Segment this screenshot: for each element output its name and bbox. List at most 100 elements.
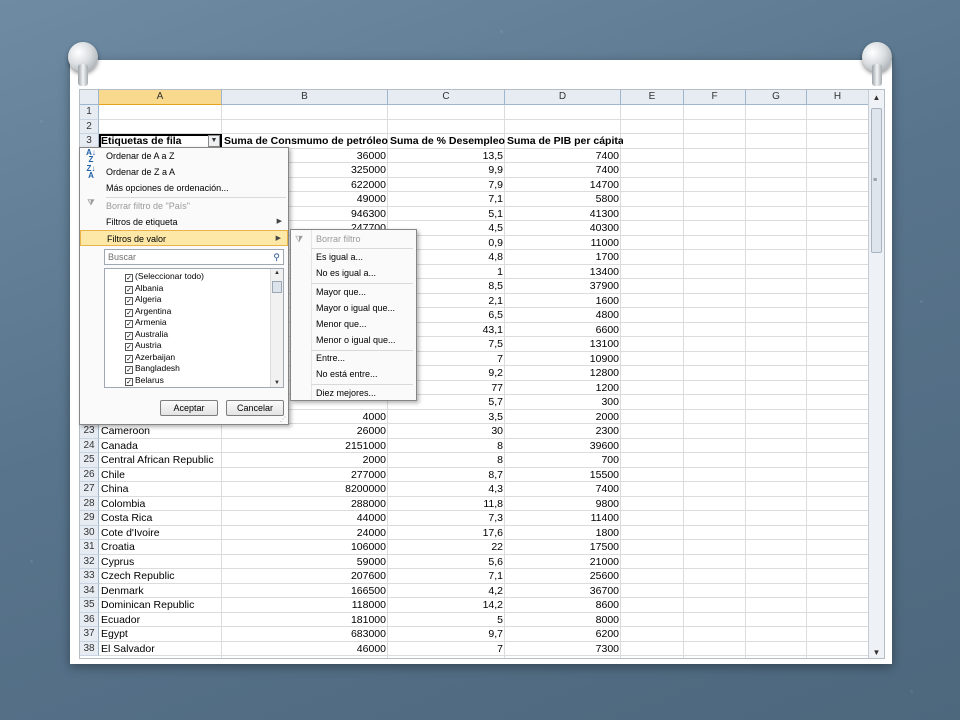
vertical-scrollbar[interactable]: ▲ ≡ ▼ xyxy=(868,90,884,658)
oil-consumption-cell[interactable]: 207600 xyxy=(222,569,388,584)
filter-list-item[interactable]: ✓ Bangladesh xyxy=(125,363,180,375)
gdp-per-capita-cell[interactable]: 21000 xyxy=(505,555,621,570)
row-header[interactable]: 29 xyxy=(80,511,99,526)
scroll-up-icon[interactable]: ▲ xyxy=(871,92,882,103)
submenu-equals[interactable]: Es igual a... xyxy=(291,250,416,265)
oil-consumption-cell[interactable]: 277000 xyxy=(222,468,388,483)
oil-consumption-cell[interactable]: 2151000 xyxy=(222,439,388,454)
filter-list-item[interactable]: ✓ Albania xyxy=(125,283,163,295)
column-header[interactable]: E xyxy=(621,90,684,105)
scroll-down-icon[interactable]: ▼ xyxy=(871,647,882,658)
unemployment-cell[interactable]: 3,5 xyxy=(388,410,505,425)
gdp-per-capita-cell[interactable]: 1800 xyxy=(505,526,621,541)
unemployment-cell[interactable]: 22 xyxy=(388,540,505,555)
filter-list-item[interactable]: ✓ (Seleccionar todo) xyxy=(125,271,204,283)
unemployment-cell[interactable]: 5,1 xyxy=(388,207,505,222)
scroll-thumb[interactable]: ≡ xyxy=(871,108,882,253)
country-cell[interactable]: Czech Republic xyxy=(99,569,222,584)
gdp-per-capita-cell[interactable]: 1200 xyxy=(505,381,621,396)
country-cell[interactable]: Central African Republic xyxy=(99,453,222,468)
filter-list-item[interactable]: ✓ Australia xyxy=(125,329,168,341)
unemployment-cell[interactable]: 9,9 xyxy=(388,163,505,178)
gdp-per-capita-cell[interactable]: 15500 xyxy=(505,468,621,483)
gdp-per-capita-cell[interactable]: 7300 xyxy=(505,642,621,657)
gdp-per-capita-cell[interactable]: 2300 xyxy=(505,424,621,439)
unemployment-cell[interactable]: 4,2 xyxy=(388,584,505,599)
unemployment-cell[interactable]: 9,7 xyxy=(388,627,505,642)
country-cell[interactable]: Cyprus xyxy=(99,555,222,570)
checkbox-icon[interactable]: ✓ xyxy=(125,274,133,282)
gdp-per-capita-cell[interactable]: 2000 xyxy=(505,410,621,425)
filter-dropdown-button[interactable]: ▼ xyxy=(208,135,220,147)
filter-list-item[interactable]: ✓ Belarus xyxy=(125,375,164,387)
gdp-per-capita-cell[interactable]: 4800 xyxy=(505,308,621,323)
unemployment-cell[interactable]: 8 xyxy=(388,439,505,454)
unemployment-cell[interactable]: 7 xyxy=(388,642,505,657)
country-cell[interactable]: Dominican Republic xyxy=(99,598,222,613)
submenu-not-equals[interactable]: No es igual a... xyxy=(291,266,416,281)
oil-consumption-cell[interactable]: 24000 xyxy=(222,526,388,541)
row-header[interactable]: 35 xyxy=(80,598,99,613)
column-header[interactable]: D xyxy=(505,90,621,105)
checkbox-icon[interactable]: ✓ xyxy=(125,320,133,328)
row-header[interactable]: 36 xyxy=(80,612,99,627)
gdp-per-capita-cell[interactable]: 40300 xyxy=(505,221,621,236)
filter-list-item[interactable]: ✓ Austria xyxy=(125,340,161,352)
row-header[interactable]: 32 xyxy=(80,554,99,569)
checkbox-icon[interactable]: ✓ xyxy=(125,297,133,305)
oil-consumption-cell[interactable]: 181000 xyxy=(222,613,388,628)
row-header[interactable]: 30 xyxy=(80,525,99,540)
checkbox-icon[interactable]: ✓ xyxy=(125,354,133,363)
country-cell[interactable]: Ecuador xyxy=(99,613,222,628)
gdp-per-capita-cell[interactable]: 1700 xyxy=(505,250,621,265)
oil-consumption-cell[interactable]: 46000 xyxy=(222,642,388,657)
gdp-per-capita-cell[interactable]: 13100 xyxy=(505,337,621,352)
row-header[interactable]: 34 xyxy=(80,583,99,598)
gdp-per-capita-cell[interactable]: 700 xyxy=(505,453,621,468)
gdp-per-capita-cell[interactable]: 36700 xyxy=(505,584,621,599)
row-header[interactable]: 27 xyxy=(80,482,99,497)
column-header[interactable]: C xyxy=(388,90,505,105)
checkbox-icon[interactable]: ✓ xyxy=(125,366,133,374)
country-cell[interactable]: Costa Rica xyxy=(99,511,222,526)
oil-consumption-cell[interactable]: 8200000 xyxy=(222,482,388,497)
checkbox-icon[interactable]: ✓ xyxy=(125,343,133,351)
accept-button[interactable]: Aceptar xyxy=(160,400,218,416)
country-cell[interactable]: Croatia xyxy=(99,540,222,555)
submenu-greater[interactable]: Mayor que... xyxy=(291,285,416,300)
menu-value-filters[interactable]: Filtros de valor ▶ xyxy=(80,230,288,246)
oil-consumption-cell[interactable]: 166500 xyxy=(222,584,388,599)
menu-sort-za[interactable]: Z↓ A Ordenar de Z a A xyxy=(80,164,288,180)
unemployment-cell[interactable]: 7,3 xyxy=(388,511,505,526)
gdp-per-capita-cell[interactable]: 8600 xyxy=(505,598,621,613)
row-header[interactable]: 31 xyxy=(80,540,99,555)
unemployment-cell[interactable]: 4,3 xyxy=(388,482,505,497)
gdp-per-capita-cell[interactable]: 37900 xyxy=(505,279,621,294)
oil-consumption-cell[interactable]: 106000 xyxy=(222,540,388,555)
gdp-per-capita-cell[interactable]: 7400 xyxy=(505,163,621,178)
filter-item-list[interactable]: ✓ (Seleccionar todo) ✓ Albania ✓ Algeria ✓ Arge… xyxy=(104,268,284,388)
column-header[interactable]: B xyxy=(222,90,388,105)
checkbox-icon[interactable]: ✓ xyxy=(125,331,133,340)
gdp-per-capita-cell[interactable]: 9800 xyxy=(505,497,621,512)
checkbox-icon[interactable]: ✓ xyxy=(125,308,133,317)
row-header[interactable]: 37 xyxy=(80,627,99,642)
unemployment-cell[interactable]: 13,5 xyxy=(388,149,505,164)
gdp-per-capita-cell[interactable]: 300 xyxy=(505,395,621,410)
filter-list-item[interactable]: ✓Belgium xyxy=(125,386,166,387)
country-cell[interactable]: Chile xyxy=(99,468,222,483)
submenu-less[interactable]: Menor que... xyxy=(291,317,416,332)
row-header[interactable]: 33 xyxy=(80,569,99,584)
row-header[interactable]: 38 xyxy=(80,641,99,656)
gdp-per-capita-cell[interactable]: 11400 xyxy=(505,511,621,526)
submenu-between[interactable]: Entre... xyxy=(291,351,416,366)
country-cell[interactable]: Canada xyxy=(99,439,222,454)
oil-consumption-cell[interactable]: 683000 xyxy=(222,627,388,642)
submenu-greater-eq[interactable]: Mayor o igual que... xyxy=(291,301,416,316)
gdp-per-capita-cell[interactable]: 11000 xyxy=(505,236,621,251)
row-header[interactable]: 28 xyxy=(80,496,99,511)
country-cell[interactable]: Denmark xyxy=(99,584,222,599)
gdp-per-capita-cell[interactable]: 10900 xyxy=(505,352,621,367)
oil-consumption-cell[interactable]: 288000 xyxy=(222,497,388,512)
menu-sort-az[interactable]: A↓ Z Ordenar de A a Z xyxy=(80,148,288,164)
